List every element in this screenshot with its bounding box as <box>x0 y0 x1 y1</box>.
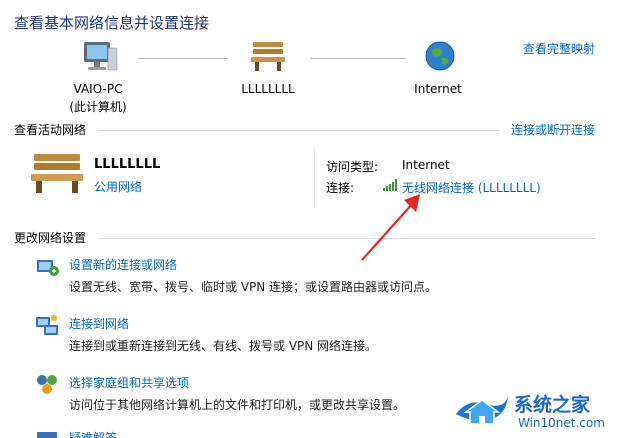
homegroup-icon <box>34 372 60 396</box>
annotation-arrow <box>361 194 420 261</box>
setup-new-connection-link[interactable]: 设置新的连接或网络 <box>69 256 177 273</box>
connect-to-network-desc: 连接到或重新连接到无线、有线、拨号或 VPN 网络连接。 <box>69 339 378 353</box>
page-title: 查看基本网络信息并设置连接 <box>14 14 210 32</box>
connect-to-network-link[interactable]: 连接到网络 <box>69 315 129 332</box>
setup-new-connection-desc: 设置无线、宽带、拨号、临时或 VPN 连接；或设置路由器或访问点。 <box>69 280 438 294</box>
computer-icon <box>78 40 118 76</box>
map-connector-line <box>310 58 406 59</box>
change-settings-heading: 更改网络设置 <box>14 231 87 245</box>
access-type-label: 访问类型: <box>326 160 379 174</box>
details-separator <box>314 148 315 208</box>
new-connection-icon <box>34 254 60 278</box>
internet-globe-icon <box>424 40 456 72</box>
access-type-value: Internet <box>402 158 450 172</box>
connect-disconnect-link[interactable]: 连接或断开连接 <box>511 121 595 138</box>
map-connector-line <box>138 58 228 59</box>
homegroup-sharing-link[interactable]: 选择家庭组和共享选项 <box>69 374 189 391</box>
troubleshoot-icon <box>34 430 60 438</box>
active-networks-heading: 查看活动网络 <box>14 123 87 137</box>
bench-icon <box>250 40 286 72</box>
internet-node-label: Internet <box>414 82 462 96</box>
section-divider <box>98 238 596 239</box>
see-full-map-link[interactable]: 查看完整映射 <box>523 40 595 57</box>
section-divider <box>98 130 500 131</box>
network-node-label: LLLLLLLL <box>241 82 295 96</box>
network-type-link[interactable]: 公用网络 <box>94 178 142 195</box>
watermark-brand: 系统之家 <box>514 394 591 416</box>
pc-subtitle: (此计算机) <box>69 100 127 114</box>
active-network-name: LLLLLLLL <box>94 157 161 172</box>
public-network-bench-icon <box>30 152 84 194</box>
pc-name: VAIO-PC <box>73 82 123 96</box>
watermark-logo-icon <box>452 384 512 432</box>
troubleshoot-link[interactable]: 疑难解答 <box>69 431 117 438</box>
connect-network-icon <box>34 313 60 337</box>
homegroup-sharing-desc: 访问位于其他网络计算机上的文件和打印机，或更改共享设置。 <box>69 398 406 412</box>
watermark-site: Win10net.com <box>518 416 605 430</box>
